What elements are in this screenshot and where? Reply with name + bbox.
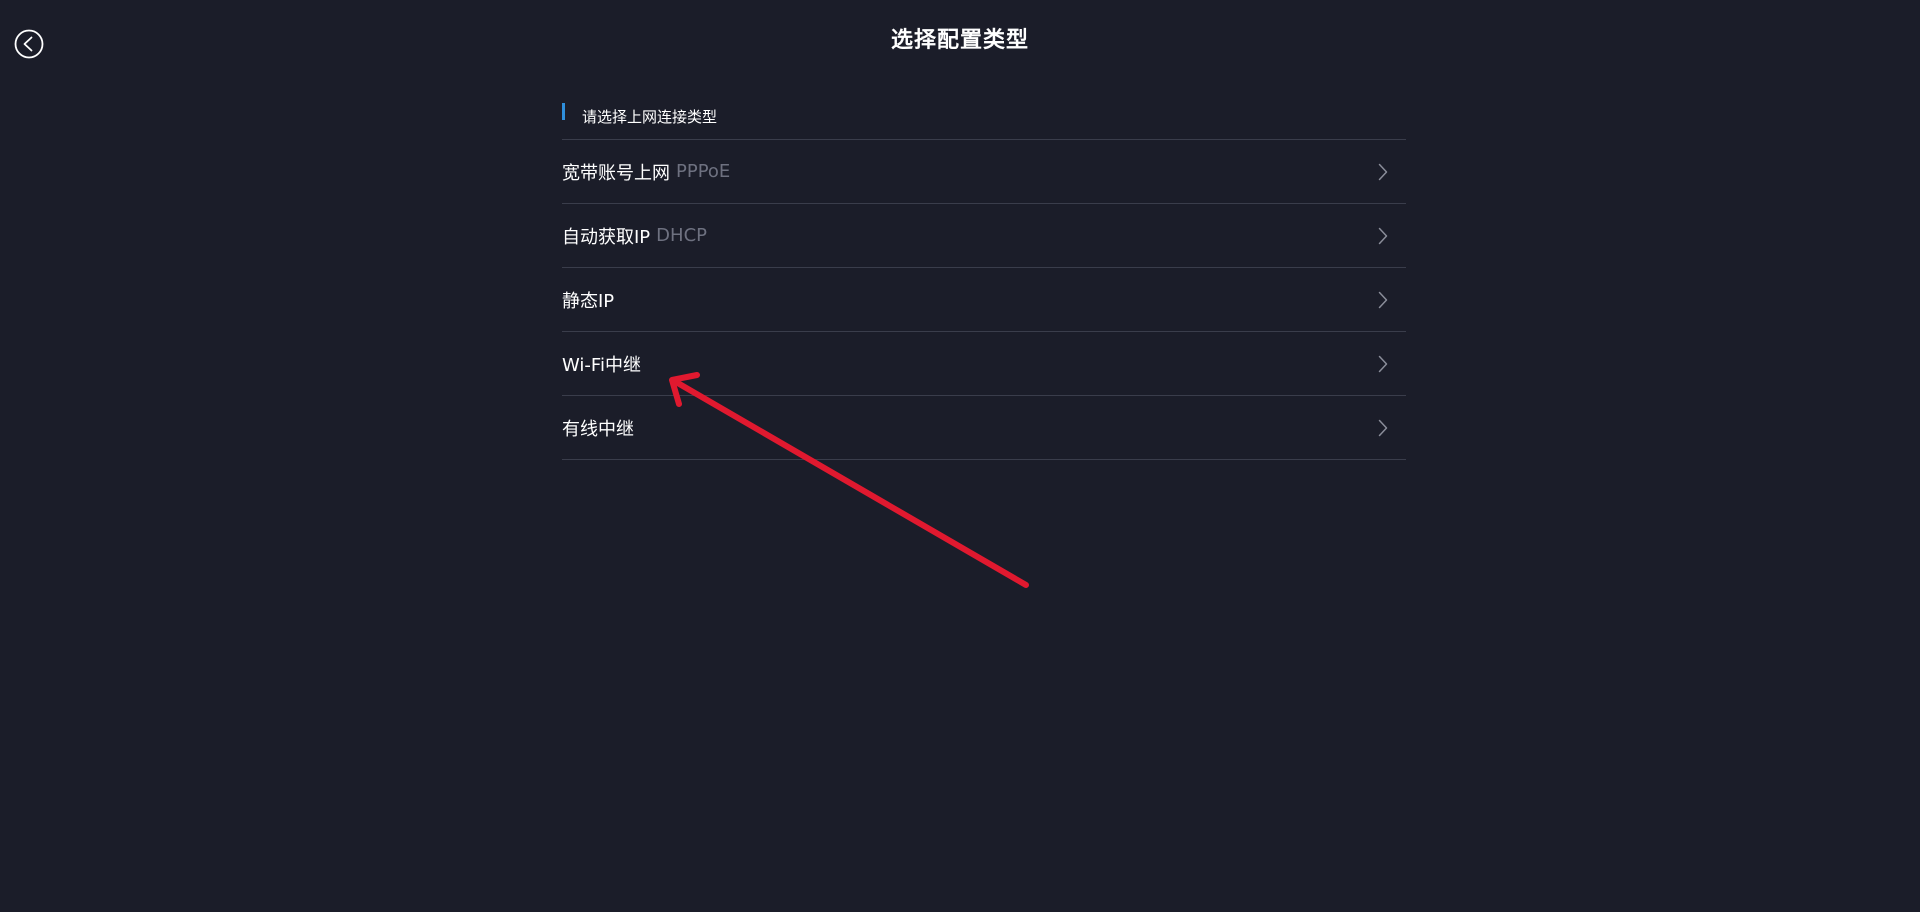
- section-accent-bar: [562, 103, 565, 120]
- option-sublabel: PPPoE: [676, 161, 731, 182]
- option-sublabel: DHCP: [656, 225, 707, 246]
- chevron-right-icon: [1378, 355, 1388, 373]
- page: 选择配置类型 请选择上网连接类型 宽带账号上网 PPPoE 自动获取IP DHC…: [0, 0, 1920, 912]
- option-label: 自动获取IP: [562, 226, 651, 248]
- chevron-right-icon: [1378, 419, 1388, 437]
- option-label: 宽带账号上网: [562, 162, 670, 184]
- page-title: 选择配置类型: [890, 28, 1029, 53]
- section-label: 请选择上网连接类型: [582, 107, 718, 126]
- option-list: 宽带账号上网 PPPoE 自动获取IP DHCP 静态IP Wi-Fi中继 有线…: [562, 139, 1406, 460]
- option-wifi-repeater[interactable]: Wi-Fi中继: [562, 332, 1406, 396]
- option-dhcp[interactable]: 自动获取IP DHCP: [562, 204, 1406, 268]
- option-label: 静态IP: [562, 290, 615, 312]
- chevron-right-icon: [1378, 163, 1388, 181]
- content: 请选择上网连接类型 宽带账号上网 PPPoE 自动获取IP DHCP 静态IP: [562, 93, 1406, 460]
- option-label: 有线中继: [562, 418, 634, 440]
- option-static-ip[interactable]: 静态IP: [562, 268, 1406, 332]
- section-header: 请选择上网连接类型: [562, 93, 1406, 139]
- option-label: Wi-Fi中继: [562, 354, 641, 376]
- chevron-right-icon: [1378, 227, 1388, 245]
- chevron-right-icon: [1378, 291, 1388, 309]
- option-wired-repeater[interactable]: 有线中继: [562, 396, 1406, 460]
- option-pppoe[interactable]: 宽带账号上网 PPPoE: [562, 140, 1406, 204]
